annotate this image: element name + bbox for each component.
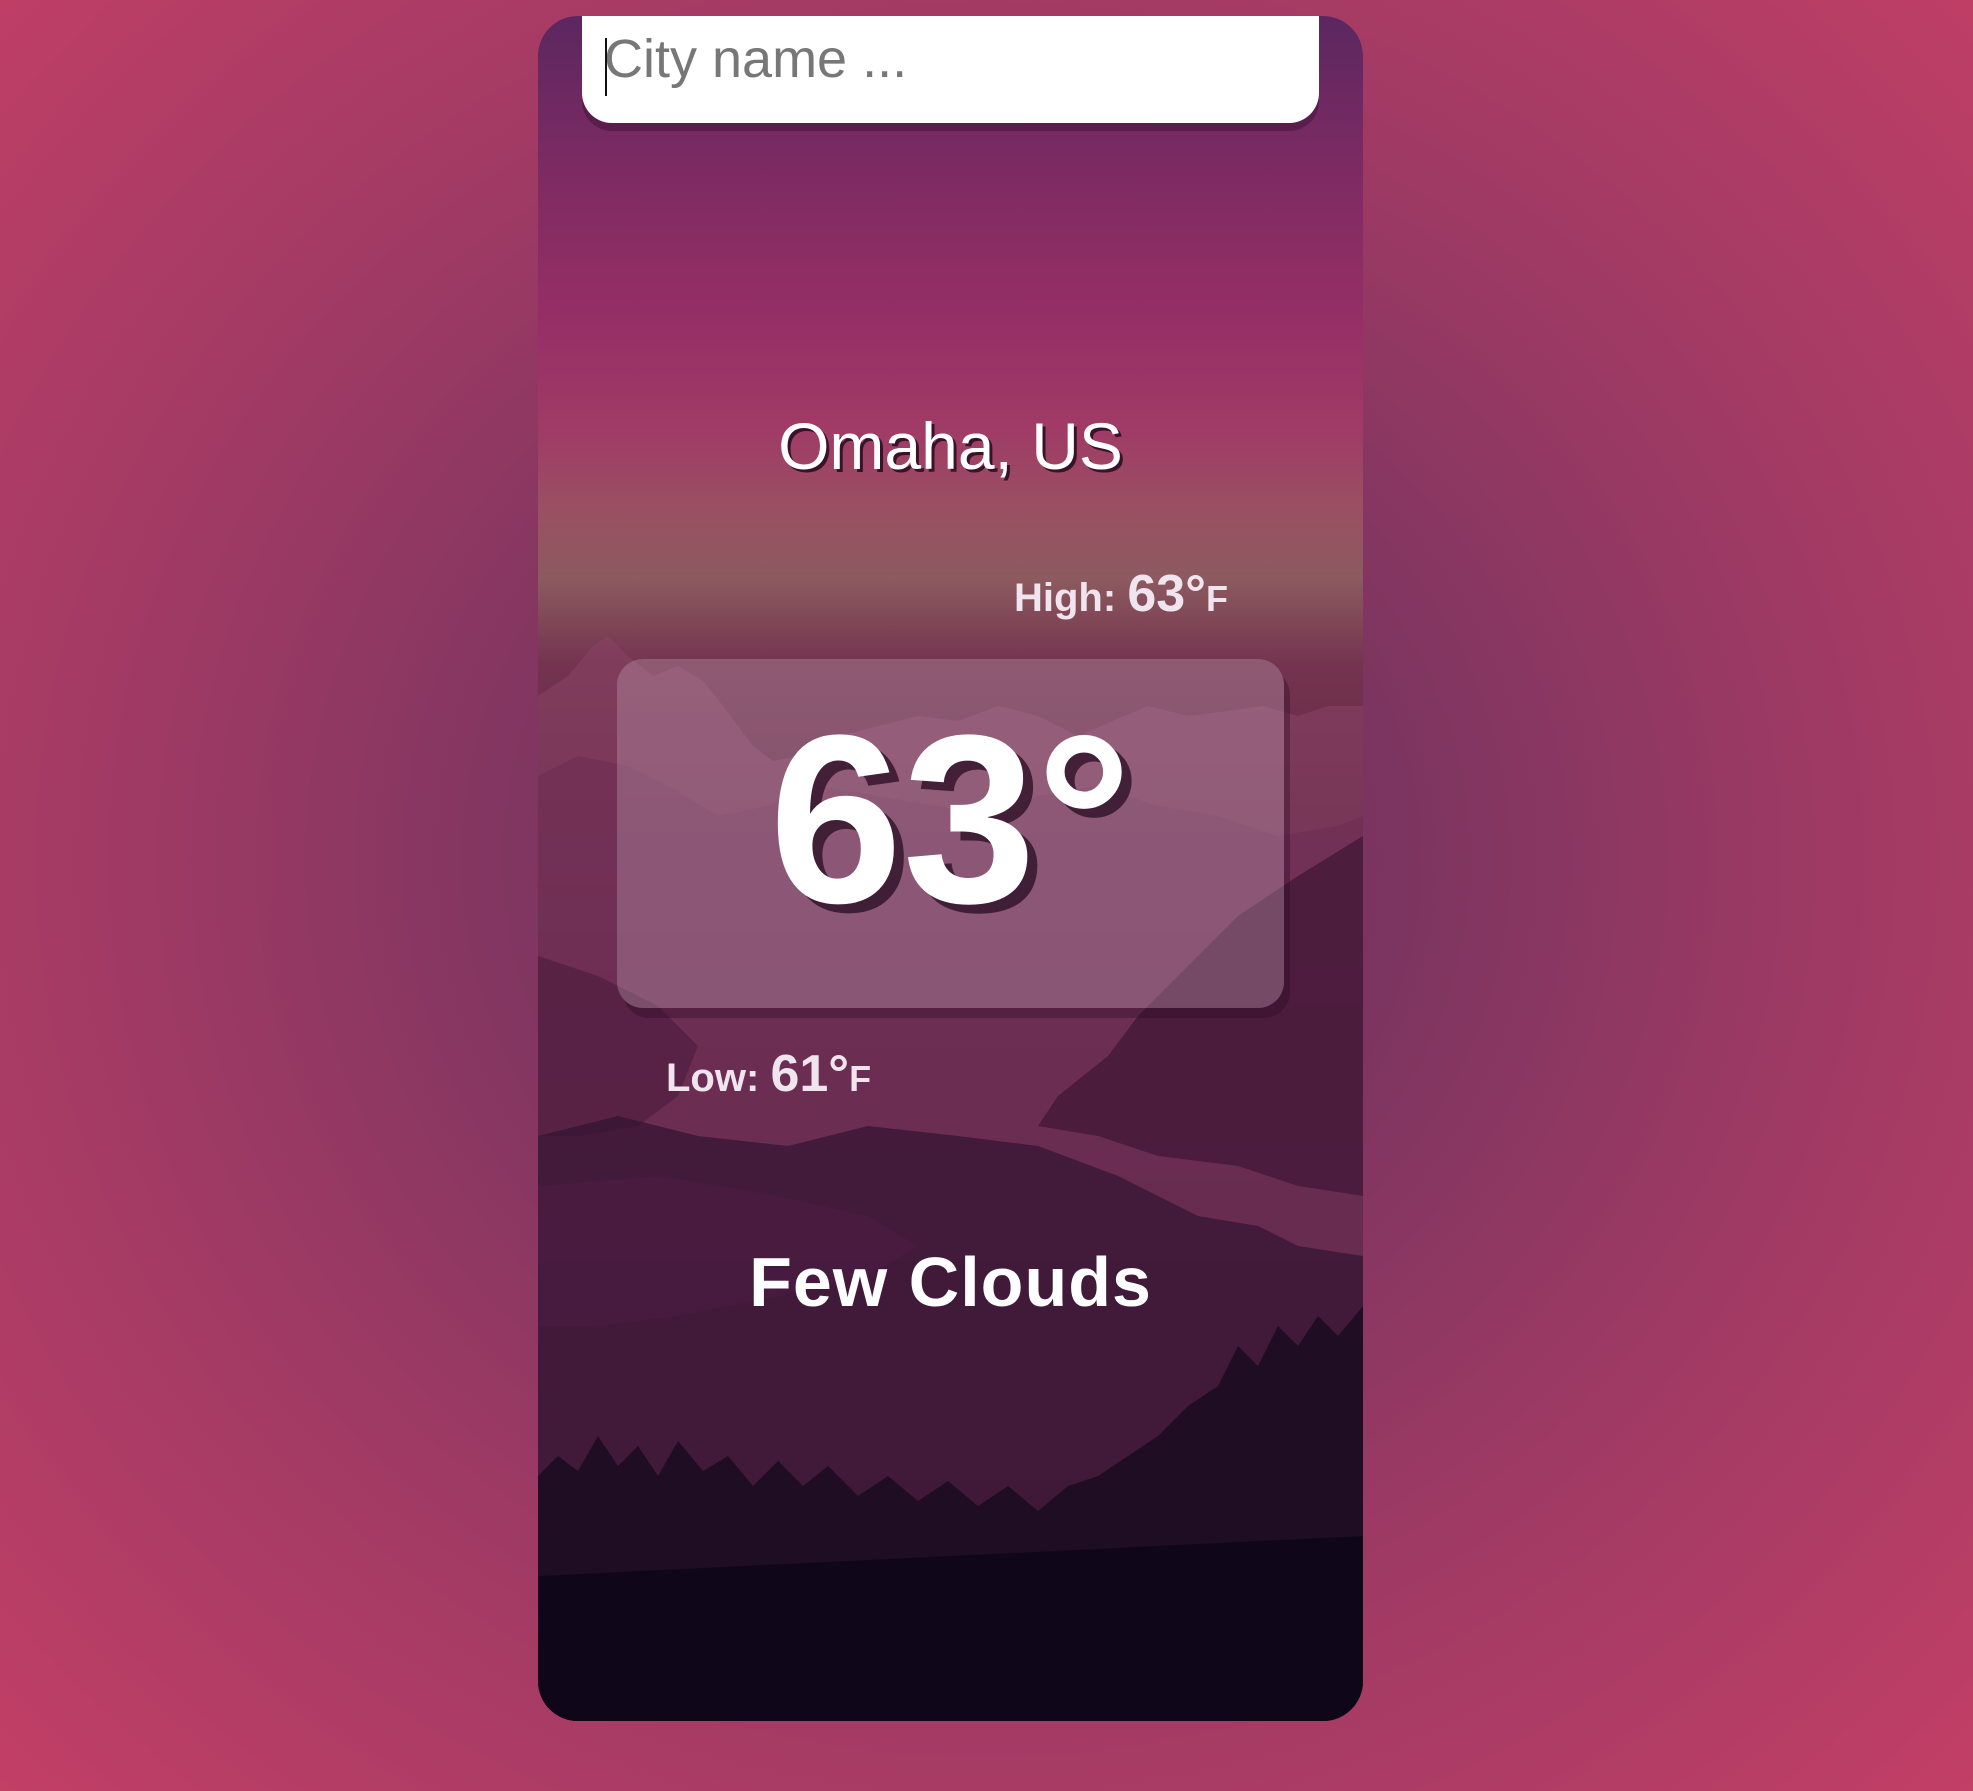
weather-description: Few Clouds [749,1243,1152,1321]
high-unit: F [1205,578,1228,619]
current-temperature: 63° [769,685,1132,953]
low-unit: F [849,1058,872,1099]
high-temperature: High: 63°F [1014,564,1228,624]
text-cursor [605,38,607,96]
high-label: High: [1014,576,1117,620]
city-search-input[interactable] [604,16,1297,123]
city-search-field[interactable] [582,16,1319,123]
location-name: Omaha, US [778,409,1123,483]
high-value: 63° [1127,565,1206,623]
low-temperature: Low: 61°F [666,1044,871,1104]
weather-card: Omaha, US High: 63°F 63° Low: 61°F Few C… [538,16,1363,1721]
low-value: 61° [770,1045,850,1103]
current-temperature-panel: 63° [617,659,1284,1008]
low-label: Low: [666,1056,760,1100]
